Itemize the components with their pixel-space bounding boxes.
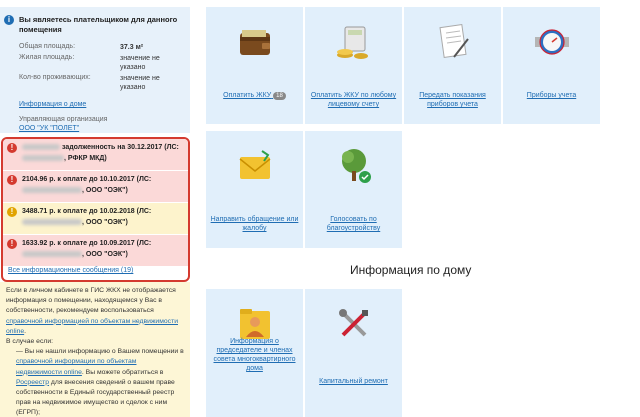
redacted-text [22,144,60,151]
redacted-text [22,219,82,226]
note-text: — Вы не нашли информацию о Вашем помещен… [16,348,184,356]
alerts-box: ! задолженность на 30.12.2017 (ЛС: , РФК… [1,137,190,282]
premises-info-title: Вы являетесь плательщиком для данного по… [19,15,178,34]
tile-capital-repair[interactable]: Капитальный ремонт [305,289,402,417]
alert-line2: , ООО "ОЭК") [82,251,128,258]
rosreestr-link[interactable]: Росреестр [16,379,49,386]
alert-item[interactable]: ! 2104.96 р. к оплате до 10.10.2017 (ЛС:… [3,171,188,202]
residents-value: значение не указано [120,75,160,91]
tile-label: Приборы учета [526,92,577,99]
alert-line2: , РФКР МКД) [64,155,107,162]
info-icon: i [4,15,14,25]
residents-label: Кол-во проживающих: [19,74,91,81]
management-org-link[interactable]: ООО "УК "ПОЛЕТ" [19,125,79,132]
alert-line2: , ООО "ОЭК") [82,187,128,194]
house-info-link[interactable]: Информация о доме [19,101,86,108]
management-org-label: Управляющая организация [19,116,108,123]
exclamation-icon: ! [7,207,17,217]
note-text: . [24,327,27,335]
note-text: . Вы можете обратиться в [81,368,164,376]
tile-pay-any-account[interactable]: Оплатить ЖКУ по любому лицевому счету [305,7,402,124]
tile-label: Оплатить ЖКУ по любому лицевому счету [310,92,397,108]
tile-pay-housing[interactable]: Оплатить ЖКУ 18 [206,7,303,124]
all-messages-link[interactable]: Все информационные сообщения (19) [8,267,133,274]
tile-label: Передать показания приборов учета [419,92,486,108]
living-area-label: Жилая площадь: [19,54,75,61]
house-section-title: Информация по дому [350,263,472,277]
alert-line1: задолженность на 30.12.2017 (ЛС: [61,144,179,151]
redacted-text [22,251,82,258]
redacted-text [22,187,82,194]
note-text: Если в личном кабинете в ГИС ЖКХ не отоб… [6,287,176,315]
help-note: Если в личном кабинете в ГИС ЖКХ не отоб… [0,282,190,417]
redacted-text [22,155,64,162]
exclamation-icon: ! [7,239,17,249]
tile-vote-improvement[interactable]: Голосовать по благоустройству [305,131,402,248]
tile-label: Оплатить ЖКУ [223,92,272,99]
tile-meters[interactable]: Приборы учета [503,7,600,124]
total-area-label: Общая площадь: [19,43,76,50]
exclamation-icon: ! [7,143,17,153]
document-pen-icon [439,24,469,58]
envelope-icon [239,150,271,179]
tools-icon [339,309,368,337]
total-area-value: 37.3 м² [120,44,144,51]
alert-line1: 1633.92 р. к оплате до 10.09.2017 (ЛС: [22,240,152,247]
tile-label: Голосовать по благоустройству [326,216,381,232]
alert-item[interactable]: ! задолженность на 30.12.2017 (ЛС: , РФК… [3,139,188,170]
tile-council-info[interactable]: Информация о председателе и членах совет… [206,289,303,417]
alert-line1: 3488.71 р. к оплате до 10.02.2018 (ЛС: [22,208,152,215]
tree-check-icon [342,149,371,183]
tile-send-appeal[interactable]: Направить обращение или жалобу [206,131,303,248]
tile-label: Капитальный ремонт [319,378,388,385]
alert-item[interactable]: ! 3488.71 р. к оплате до 10.02.2018 (ЛС:… [3,203,188,234]
alert-line1: 2104.96 р. к оплате до 10.10.2017 (ЛС: [22,176,152,183]
wallet-icon [240,30,270,55]
tile-submit-readings[interactable]: Передать показания приборов учета [404,7,501,124]
premises-info-panel: i Вы являетесь плательщиком для данного … [0,7,190,133]
left-column: i Вы являетесь плательщиком для данного … [0,0,195,417]
calculator-coins-icon [337,26,368,59]
tile-label: Направить обращение или жалобу [210,216,299,232]
count-badge: 18 [273,92,286,100]
alert-line2: , ООО "ОЭК") [82,219,128,226]
living-area-value: значение не указано [120,55,160,71]
tile-label: Информация о председателе и членах совет… [213,338,296,372]
exclamation-icon: ! [7,175,17,185]
alert-item[interactable]: ! 1633.92 р. к оплате до 10.09.2017 (ЛС:… [3,235,188,266]
reference-info-link[interactable]: справочной информацией по объектам недви… [6,318,178,335]
note-text: В случае если: [6,338,54,346]
water-meter-icon [535,29,569,55]
